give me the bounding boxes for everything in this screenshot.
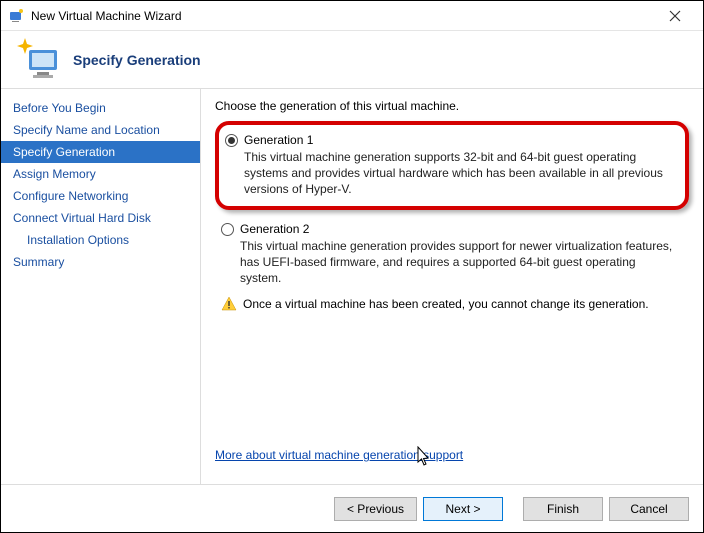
generation-1-description: This virtual machine generation supports… — [244, 149, 675, 198]
step-connect-vhd[interactable]: Connect Virtual Hard Disk — [1, 207, 200, 229]
next-button[interactable]: Next > — [423, 497, 503, 521]
step-summary[interactable]: Summary — [1, 251, 200, 273]
main-panel: Choose the generation of this virtual ma… — [201, 89, 703, 484]
button-row: < Previous Next > Finish Cancel — [1, 484, 703, 532]
warning-icon — [221, 296, 237, 312]
highlighted-selection: Generation 1 This virtual machine genera… — [215, 121, 689, 210]
step-assign-memory[interactable]: Assign Memory — [1, 163, 200, 185]
generation-1-label: Generation 1 — [244, 133, 313, 147]
wizard-window: New Virtual Machine Wizard Specify Gener… — [0, 0, 704, 533]
titlebar: New Virtual Machine Wizard — [1, 1, 703, 31]
app-icon — [9, 8, 25, 24]
step-installation-options[interactable]: Installation Options — [1, 229, 200, 251]
link-area: More about virtual machine generation su… — [215, 440, 689, 474]
generation-1-radio[interactable]: Generation 1 — [225, 133, 675, 147]
close-icon — [669, 10, 681, 22]
step-configure-networking[interactable]: Configure Networking — [1, 185, 200, 207]
wizard-header-icon — [15, 36, 63, 84]
previous-button[interactable]: < Previous — [334, 497, 417, 521]
step-before-you-begin[interactable]: Before You Begin — [1, 97, 200, 119]
generation-2-label: Generation 2 — [240, 222, 309, 236]
step-specify-generation[interactable]: Specify Generation — [1, 141, 200, 163]
window-title: New Virtual Machine Wizard — [31, 9, 655, 23]
more-info-link[interactable]: More about virtual machine generation su… — [215, 448, 463, 462]
generation-2-radio[interactable]: Generation 2 — [221, 222, 679, 236]
warning-row: Once a virtual machine has been created,… — [215, 292, 689, 316]
finish-button[interactable]: Finish — [523, 497, 603, 521]
prompt-text: Choose the generation of this virtual ma… — [215, 99, 689, 113]
cancel-button[interactable]: Cancel — [609, 497, 689, 521]
warning-text: Once a virtual machine has been created,… — [243, 296, 649, 312]
generation-2-description: This virtual machine generation provides… — [240, 238, 679, 287]
wizard-header: Specify Generation — [1, 31, 703, 89]
radio-icon — [221, 223, 234, 236]
page-title: Specify Generation — [73, 52, 201, 68]
radio-icon — [225, 134, 238, 147]
generation-2-block: Generation 2 This virtual machine genera… — [215, 216, 689, 289]
step-specify-name[interactable]: Specify Name and Location — [1, 119, 200, 141]
close-button[interactable] — [655, 2, 695, 30]
wizard-body: Before You Begin Specify Name and Locati… — [1, 89, 703, 484]
step-sidebar: Before You Begin Specify Name and Locati… — [1, 89, 201, 484]
